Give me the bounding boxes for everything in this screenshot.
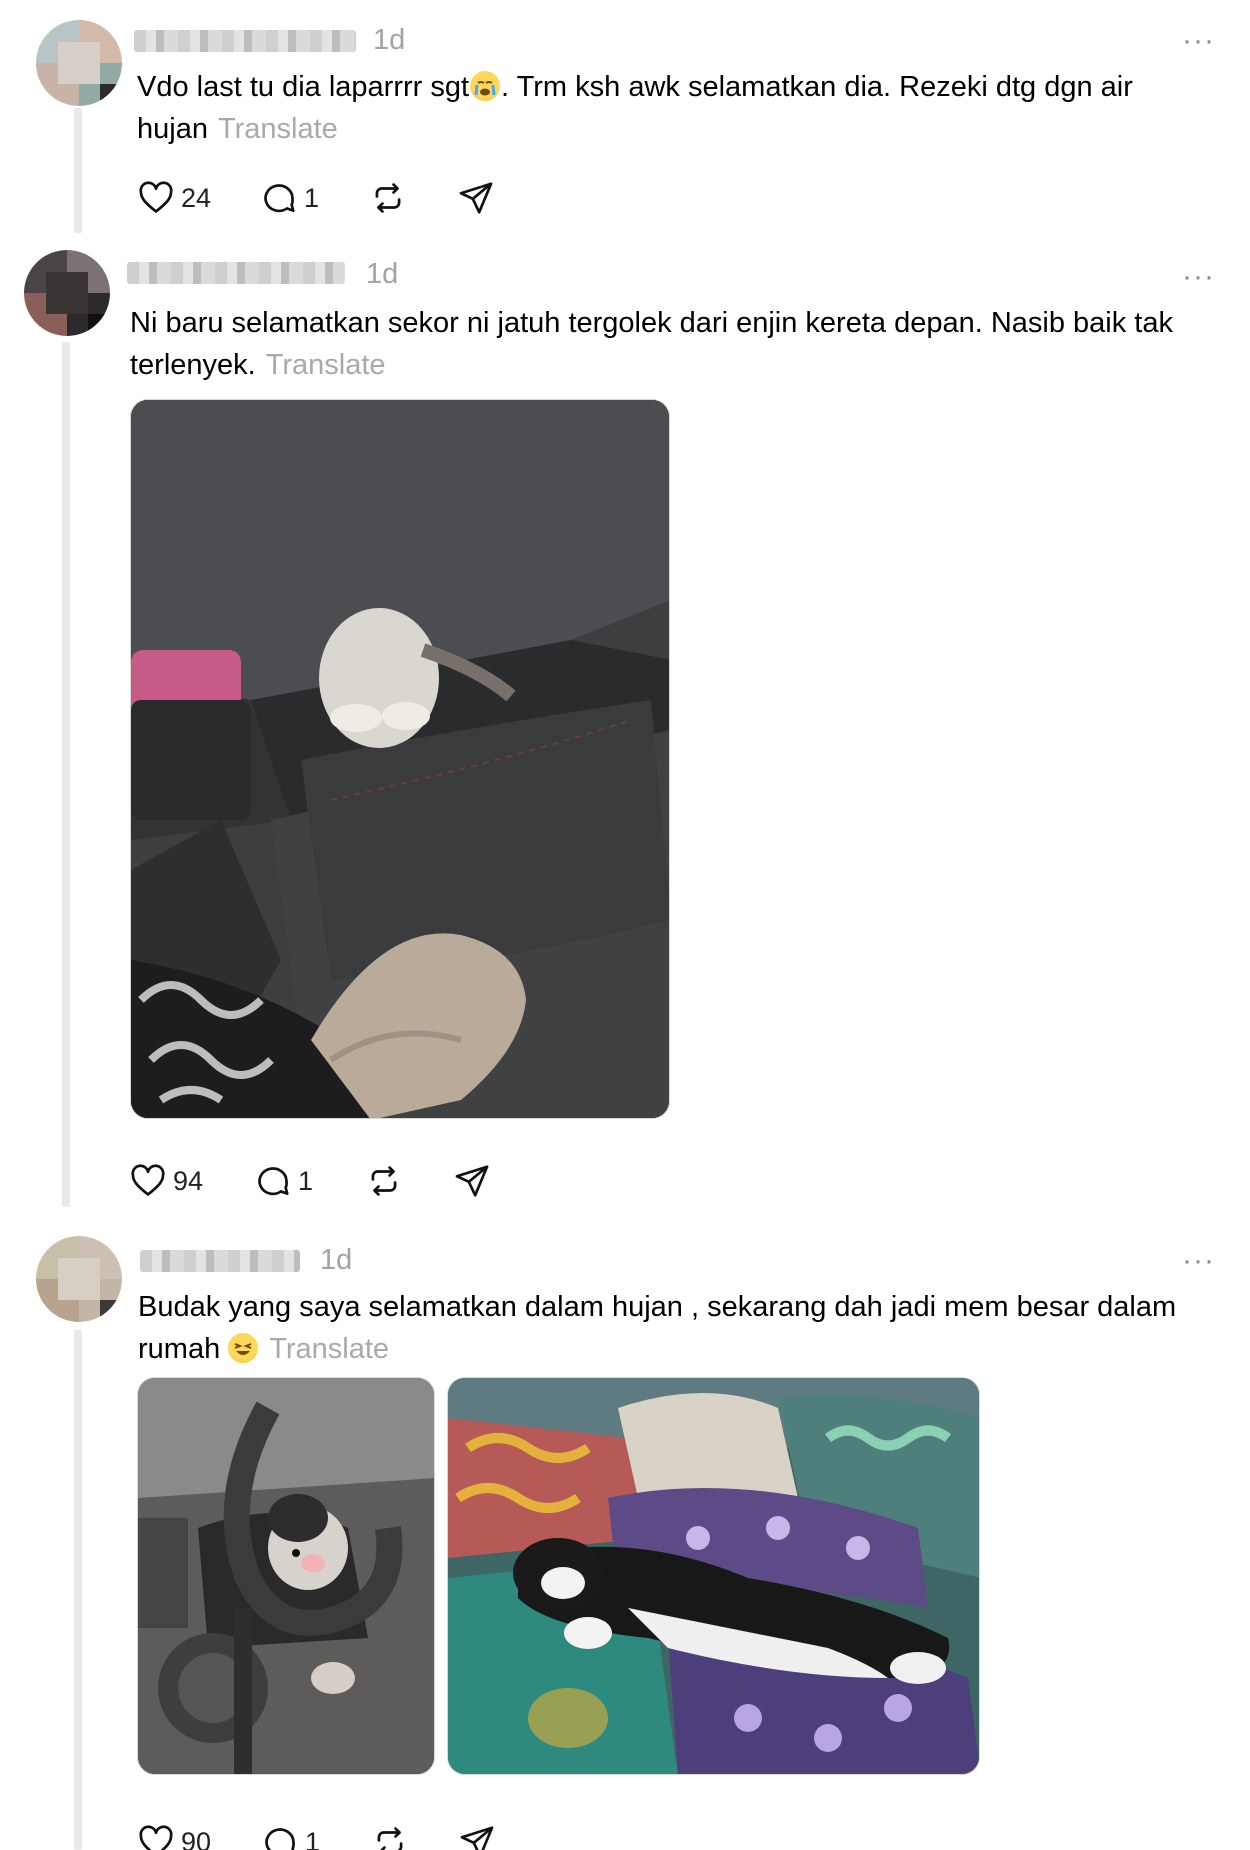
post-text-part: Vdo last tu dia laparrrr sgt [137,71,470,103]
comment-icon [264,184,295,213]
share-button[interactable] [457,178,495,218]
like-button[interactable]: 90 [137,1822,211,1850]
reply-count: 1 [304,182,320,213]
post-2: 1d ··· Ni baru selamatkan sekor ni jatuh… [0,232,1250,1207]
translate-link[interactable]: Translate [269,1333,389,1365]
username-blurred[interactable] [127,262,345,284]
username-blurred[interactable] [140,1250,300,1272]
like-button[interactable]: 94 [129,1161,203,1201]
post-actions: 90 1 [137,1822,537,1850]
reply-count: 1 [298,1165,314,1196]
kitten-engine-photo [138,1378,434,1774]
post-time: 1d [366,258,399,290]
repost-button[interactable] [365,1161,403,1201]
repost-icon [371,1166,397,1196]
like-count: 94 [173,1165,204,1196]
comment-icon [265,1828,295,1850]
avatar[interactable] [36,1236,122,1322]
repost-button[interactable] [371,1822,409,1850]
thread-line [62,342,70,1207]
heart-icon [131,1164,165,1196]
reply-count: 1 [305,1826,321,1850]
reply-button[interactable]: 1 [260,178,319,218]
repost-button[interactable] [369,178,407,218]
like-button[interactable]: 24 [137,178,211,218]
share-icon [459,182,493,214]
translate-link[interactable]: Translate [218,113,338,145]
cat-sleeping-photo [448,1378,979,1774]
kitten-photo [131,400,669,1118]
reply-button[interactable]: 1 [254,1161,313,1201]
share-icon [460,1826,494,1850]
reply-button[interactable]: 1 [261,1822,320,1850]
username-blurred[interactable] [134,30,356,52]
post-time: 1d [373,24,406,56]
post-3: 1d ··· Budak yang saya selamatkan dalam … [0,1222,1250,1850]
post-image-kitten-under-car[interactable] [130,399,670,1119]
more-options-icon[interactable]: ··· [1182,1246,1215,1276]
more-options-icon[interactable]: ··· [1182,262,1215,292]
post-actions: 24 1 [137,178,537,218]
share-button[interactable] [458,1822,496,1850]
thread-line [74,108,82,233]
avatar[interactable] [24,250,110,336]
post-1: 1d ··· Vdo last tu dia laparrrr sgt. Trm… [0,0,1250,233]
post-text: Vdo last tu dia laparrrr sgt. Trm ksh aw… [137,66,1237,150]
crying-emoji-icon [470,71,501,101]
heart-icon [139,181,173,213]
repost-icon [375,183,401,213]
post-text: Ni baru selamatkan sekor ni jatuh tergol… [130,302,1230,386]
more-options-icon[interactable]: ··· [1182,26,1215,56]
comment-icon [258,1167,289,1196]
like-count: 90 [181,1826,212,1850]
post-image-kitten-in-engine[interactable] [137,1377,435,1775]
post-text: Budak yang saya selamatkan dalam hujan ,… [138,1286,1238,1370]
rofl-emoji-icon [228,1333,259,1363]
post-actions: 94 1 [129,1161,529,1201]
translate-link[interactable]: Translate [266,349,386,381]
share-icon [455,1165,489,1197]
share-button[interactable] [453,1161,491,1201]
like-count: 24 [181,182,212,213]
repost-icon [377,1827,403,1850]
thread-line [74,1330,82,1850]
avatar[interactable] [36,20,122,106]
heart-icon [139,1825,173,1850]
post-time: 1d [320,1244,353,1276]
post-image-cat-sleeping[interactable] [447,1377,980,1775]
